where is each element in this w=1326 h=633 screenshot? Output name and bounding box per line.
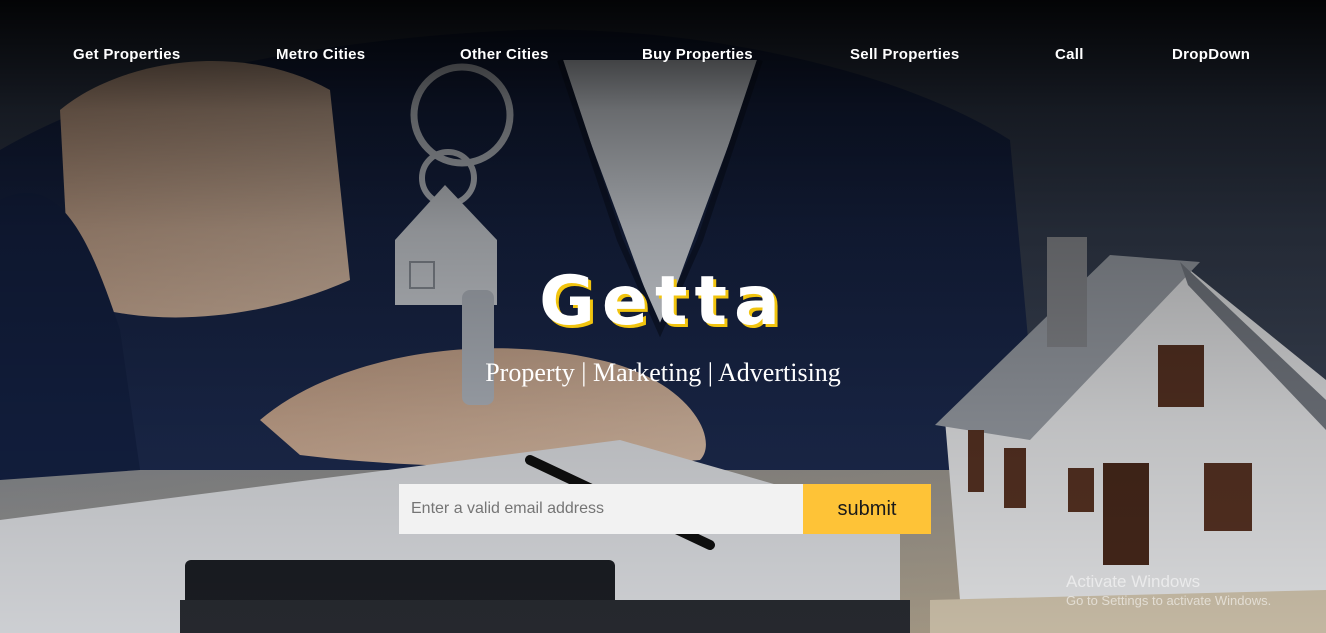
nav-dropdown[interactable]: DropDown [1172,46,1250,63]
nav-get-properties[interactable]: Get Properties [73,46,181,63]
nav-call[interactable]: Call [1055,46,1084,63]
submit-button[interactable]: submit [803,484,931,534]
hero-section: Get Properties Metro Cities Other Cities… [0,0,1326,633]
email-signup-form: submit [399,484,931,534]
nav-metro-cities[interactable]: Metro Cities [276,46,365,63]
top-navigation: Get Properties Metro Cities Other Cities… [0,0,1326,110]
email-input[interactable] [399,484,803,534]
nav-other-cities[interactable]: Other Cities [460,46,549,63]
watermark-title: Activate Windows [1066,572,1201,591]
nav-sell-properties[interactable]: Sell Properties [850,46,960,63]
activate-windows-watermark: Activate Windows Go to Settings to activ… [1066,572,1271,608]
nav-buy-properties[interactable]: Buy Properties [642,46,753,63]
brand-tagline: Property | Marketing | Advertising [485,358,841,387]
watermark-subtitle: Go to Settings to activate Windows. [1066,593,1272,608]
brand-title: Getta [539,262,787,341]
